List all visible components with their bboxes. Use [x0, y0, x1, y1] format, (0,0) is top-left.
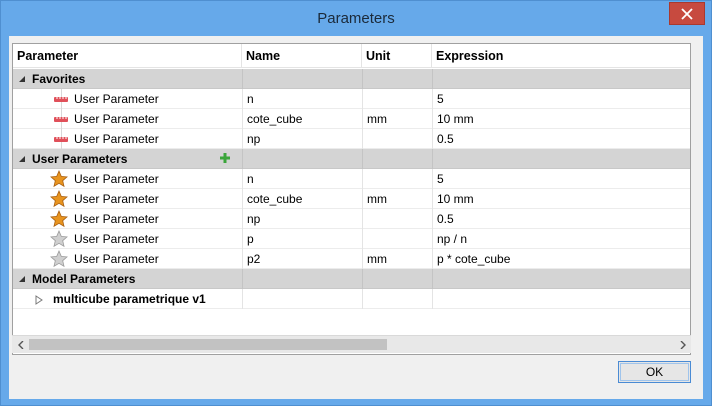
dialog-client-area: Parameter Name Unit Expression Favorites: [9, 36, 703, 399]
ok-button-label: OK: [645, 365, 664, 379]
close-icon: [681, 7, 693, 20]
collapse-arrow-icon[interactable]: [17, 273, 27, 285]
ruler-icon: [54, 137, 68, 142]
column-header-unit[interactable]: Unit: [362, 44, 432, 68]
ok-button[interactable]: OK: [618, 361, 691, 383]
table-row[interactable]: User Parameter np 0.5: [13, 209, 690, 229]
chevron-right-icon: [680, 340, 686, 349]
grid-rows: Favorites User Parameter n 5 User Parame…: [13, 69, 690, 309]
column-header-name[interactable]: Name: [242, 44, 362, 68]
scrollbar-thumb[interactable]: [29, 339, 387, 350]
parameters-dialog: Parameters Parameter Name Unit Expressio…: [0, 0, 712, 406]
group-cell: [242, 149, 362, 169]
name-cell[interactable]: cote_cube: [242, 189, 362, 209]
expression-cell[interactable]: 0.5: [432, 209, 690, 229]
unit-cell[interactable]: mm: [362, 189, 432, 209]
ruler-icon: [54, 97, 68, 102]
unit-cell[interactable]: [362, 129, 432, 149]
expression-cell[interactable]: p * cote_cube: [432, 249, 690, 269]
group-cell: [242, 69, 362, 89]
unit-cell[interactable]: [362, 169, 432, 189]
star-icon[interactable]: [50, 250, 68, 268]
group-cell: [362, 149, 432, 169]
scroll-left-button[interactable]: [12, 336, 29, 353]
table-row[interactable]: User Parameter n 5: [13, 169, 690, 189]
name-cell[interactable]: cote_cube: [242, 109, 362, 129]
horizontal-scrollbar[interactable]: [12, 335, 691, 353]
window-title: Parameters: [317, 10, 395, 27]
chevron-left-icon: [17, 340, 23, 349]
group-cell: [432, 269, 690, 289]
parameter-cell: User Parameter: [74, 172, 159, 186]
empty-cell: [432, 289, 690, 309]
expression-cell[interactable]: 5: [432, 169, 690, 189]
expression-cell[interactable]: 5: [432, 89, 690, 109]
parameter-cell: User Parameter: [74, 252, 159, 266]
parameter-cell: User Parameter: [74, 212, 159, 226]
group-row-favorites[interactable]: Favorites: [13, 69, 690, 89]
expand-triangle-icon[interactable]: [35, 294, 44, 305]
expression-cell[interactable]: 10 mm: [432, 189, 690, 209]
model-node-label: multicube parametrique v1: [53, 292, 206, 306]
group-cell: [362, 269, 432, 289]
name-cell[interactable]: p2: [242, 249, 362, 269]
group-cell: [242, 269, 362, 289]
parameter-cell: User Parameter: [74, 112, 159, 126]
close-button[interactable]: [669, 2, 705, 25]
tree-node-row[interactable]: multicube parametrique v1: [13, 289, 690, 309]
expression-cell[interactable]: np / n: [432, 229, 690, 249]
parameter-cell: User Parameter: [74, 92, 159, 106]
collapse-arrow-icon[interactable]: [17, 153, 27, 165]
empty-cell: [242, 289, 362, 309]
parameter-cell: User Parameter: [74, 232, 159, 246]
table-row[interactable]: User Parameter cote_cube mm 10 mm: [13, 189, 690, 209]
parameter-cell: User Parameter: [74, 192, 159, 206]
name-cell[interactable]: n: [242, 89, 362, 109]
column-header-parameter[interactable]: Parameter: [13, 44, 242, 68]
collapse-arrow-icon[interactable]: [17, 73, 27, 85]
star-favorite-icon[interactable]: [50, 190, 68, 208]
title-bar[interactable]: Parameters: [1, 1, 711, 36]
group-cell: [362, 69, 432, 89]
group-cell: [432, 149, 690, 169]
group-label: Model Parameters: [32, 272, 136, 286]
name-cell[interactable]: p: [242, 229, 362, 249]
table-row[interactable]: User Parameter p np / n: [13, 229, 690, 249]
group-row-model-parameters[interactable]: Model Parameters: [13, 269, 690, 289]
parameter-cell: User Parameter: [74, 132, 159, 146]
add-parameter-icon[interactable]: [219, 152, 231, 164]
unit-cell[interactable]: mm: [362, 109, 432, 129]
name-cell[interactable]: n: [242, 169, 362, 189]
column-header-expression[interactable]: Expression: [432, 44, 690, 68]
ruler-icon: [54, 117, 68, 122]
expression-cell[interactable]: 0.5: [432, 129, 690, 149]
unit-cell[interactable]: [362, 89, 432, 109]
group-row-user-parameters[interactable]: User Parameters: [13, 149, 690, 169]
table-row[interactable]: User Parameter np 0.5: [13, 129, 690, 149]
group-label: Favorites: [32, 72, 86, 86]
empty-cell: [362, 289, 432, 309]
group-label: User Parameters: [32, 152, 128, 166]
scroll-right-button[interactable]: [674, 336, 691, 353]
name-cell[interactable]: np: [242, 129, 362, 149]
unit-cell[interactable]: mm: [362, 249, 432, 269]
star-favorite-icon[interactable]: [50, 170, 68, 188]
table-row[interactable]: User Parameter p2 mm p * cote_cube: [13, 249, 690, 269]
star-favorite-icon[interactable]: [50, 210, 68, 228]
name-cell[interactable]: np: [242, 209, 362, 229]
table-row[interactable]: User Parameter cote_cube mm 10 mm: [13, 109, 690, 129]
group-cell: [432, 69, 690, 89]
grid-header: Parameter Name Unit Expression: [13, 44, 690, 68]
unit-cell[interactable]: [362, 209, 432, 229]
expression-cell[interactable]: 10 mm: [432, 109, 690, 129]
table-row[interactable]: User Parameter n 5: [13, 89, 690, 109]
parameters-grid: Parameter Name Unit Expression Favorites: [12, 43, 691, 355]
unit-cell[interactable]: [362, 229, 432, 249]
star-icon[interactable]: [50, 230, 68, 248]
